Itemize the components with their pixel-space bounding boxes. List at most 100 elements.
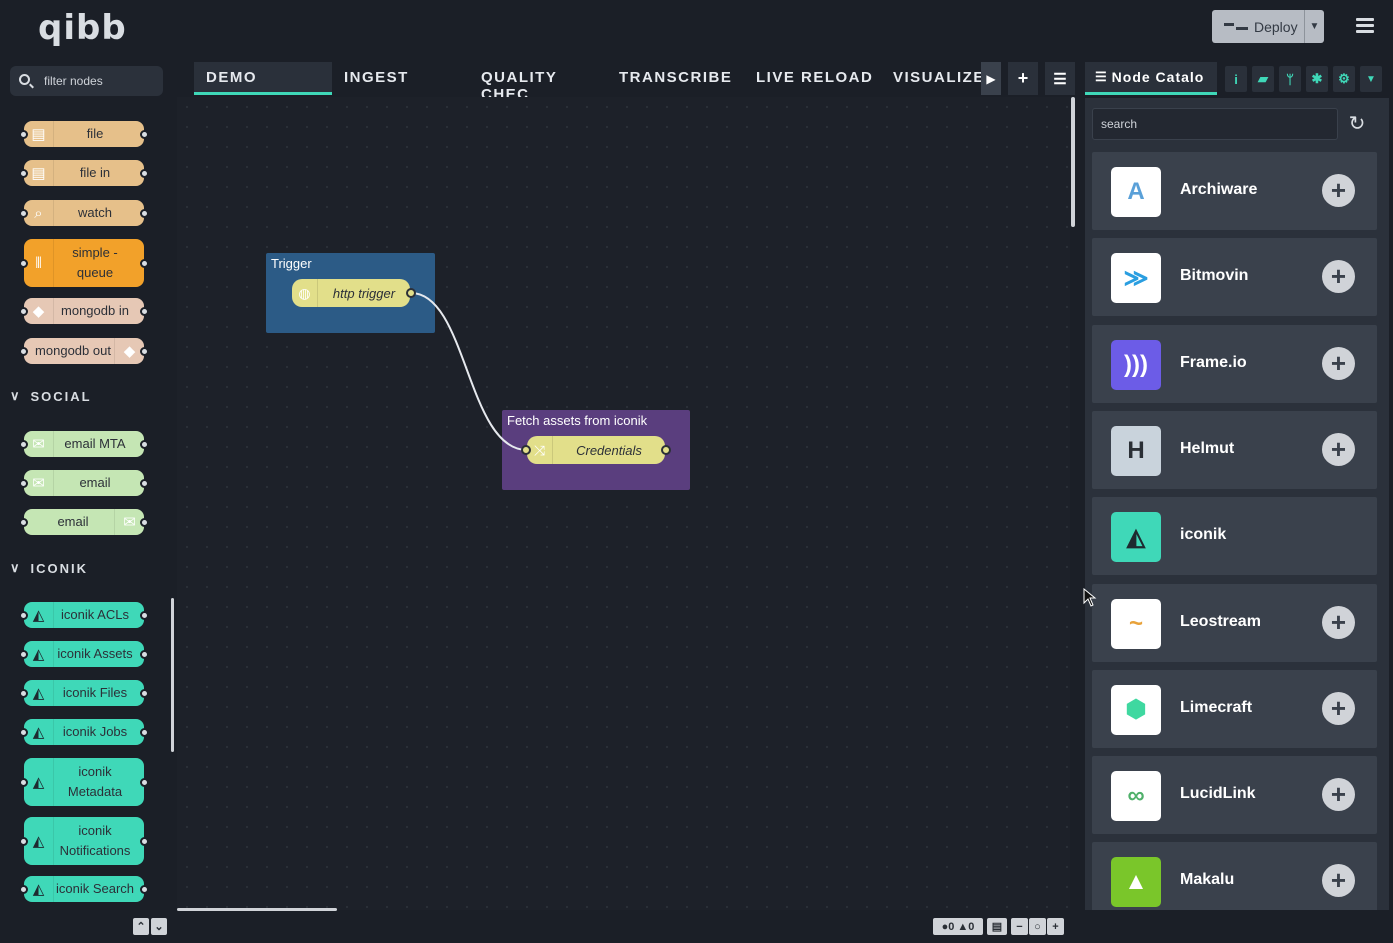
output-port[interactable] [140, 130, 149, 139]
catalog-card-helmut[interactable]: H Helmut + [1092, 410, 1377, 489]
input-port[interactable] [19, 650, 28, 659]
status-counters[interactable]: ● 0 ▲ 0 [933, 918, 983, 935]
output-port[interactable] [140, 518, 149, 527]
add-frame-io-button[interactable]: + [1322, 346, 1355, 380]
catalog-card-leostream[interactable]: ~ Leostream + [1092, 583, 1377, 662]
collapse-up-icon[interactable]: ⌃ [133, 918, 149, 935]
add-limecraft-button[interactable]: + [1322, 691, 1355, 725]
workspace-vertical-scrollbar[interactable] [1071, 97, 1075, 227]
palette-node-email-mta[interactable]: ✉ email MTA [19, 431, 149, 457]
catalog-card-iconik[interactable]: ◭ iconik [1092, 497, 1377, 576]
palette-node-mongodb-out[interactable]: mongodb out ◆ [19, 338, 149, 364]
output-port[interactable] [140, 479, 149, 488]
input-port[interactable] [19, 440, 28, 449]
palette-node-simple-queue[interactable]: ⦀ simple - queue [19, 239, 149, 287]
tab-node-catalog[interactable]: ☰ Node Catalo [1085, 62, 1217, 95]
input-port[interactable] [19, 728, 28, 737]
output-port[interactable] [140, 778, 149, 787]
palette-scrollbar[interactable] [171, 598, 174, 752]
add-flow-button[interactable]: + [1008, 62, 1038, 95]
tab-live-reload[interactable]: LIVE RELOAD [744, 62, 879, 95]
input-port[interactable] [19, 209, 28, 218]
input-port[interactable] [19, 130, 28, 139]
add-bitmovin-button[interactable]: + [1322, 260, 1355, 294]
palette-node-email[interactable]: ✉ email [19, 470, 149, 496]
section-social[interactable]: ∨ SOCIAL [10, 388, 92, 404]
output-port[interactable] [140, 347, 149, 356]
output-port[interactable] [140, 169, 149, 178]
book-icon[interactable]: ▰ [1252, 66, 1274, 92]
output-port[interactable] [406, 288, 416, 298]
filter-nodes-input[interactable] [44, 71, 156, 91]
palette-node-iconik-assets[interactable]: ◭ iconik Assets [19, 641, 149, 667]
node-http-trigger[interactable]: ◍ http trigger [292, 279, 416, 307]
catalog-search-input[interactable] [1093, 109, 1337, 139]
input-port[interactable] [19, 479, 28, 488]
input-port[interactable] [19, 169, 28, 178]
palette-node-file-in[interactable]: ▤ file in [19, 160, 149, 186]
add-archiware-button[interactable]: + [1322, 174, 1355, 207]
tab-demo[interactable]: DEMO [194, 62, 332, 95]
catalog-card-makalu[interactable]: ▲ Makalu + [1092, 842, 1377, 921]
palette-node-email[interactable]: email ✉ [19, 509, 149, 535]
deploy-button[interactable]: Deploy ▼ [1212, 10, 1324, 43]
deploy-dropdown-chevron-icon[interactable]: ▼ [1304, 10, 1324, 43]
flow-list-button[interactable]: ☰ [1045, 62, 1075, 95]
palette-node-watch[interactable]: ⌕ watch [19, 200, 149, 226]
input-port[interactable] [19, 259, 28, 268]
output-port[interactable] [140, 209, 149, 218]
output-port[interactable] [140, 650, 149, 659]
refresh-icon[interactable]: ↻ [1348, 114, 1366, 134]
input-port[interactable] [19, 518, 28, 527]
chevron-down-icon[interactable]: ▼ [1360, 66, 1382, 92]
node-credentials[interactable]: ⤨ Credentials [521, 436, 671, 464]
input-port[interactable] [19, 778, 28, 787]
info-icon[interactable]: i [1225, 66, 1247, 92]
add-leostream-button[interactable]: + [1322, 605, 1355, 639]
hamburger-icon[interactable] [1356, 18, 1374, 34]
collapse-down-icon[interactable]: ⌄ [151, 918, 167, 935]
catalog-card-limecraft[interactable]: ⬢ Limecraft + [1092, 669, 1377, 748]
palette-node-iconik-files[interactable]: ◭ iconik Files [19, 680, 149, 706]
output-port[interactable] [140, 728, 149, 737]
gear-icon[interactable]: ⚙ [1333, 66, 1355, 92]
palette-node-file[interactable]: ▤ file [19, 121, 149, 147]
tab-scroll-right-icon[interactable]: ▶ [981, 62, 1001, 95]
catalog-search[interactable] [1092, 108, 1338, 140]
zoom-reset-icon[interactable]: ○ [1029, 918, 1046, 935]
output-port[interactable] [661, 445, 671, 455]
palette-node-iconik-search[interactable]: ◭ iconik Search [19, 876, 149, 902]
debug-icon[interactable]: ✱ [1306, 66, 1328, 92]
input-port[interactable] [19, 885, 28, 894]
catalog-card-bitmovin[interactable]: ≫ Bitmovin + [1092, 238, 1377, 317]
zoom-out-icon[interactable]: − [1011, 918, 1028, 935]
filter-nodes[interactable] [10, 66, 163, 96]
input-port[interactable] [19, 689, 28, 698]
output-port[interactable] [140, 259, 149, 268]
input-port[interactable] [521, 445, 531, 455]
palette-node-mongodb-in[interactable]: ◆ mongodb in [19, 298, 149, 324]
palette-node-iconik-notifications[interactable]: ◭ iconik Notifications [19, 817, 149, 865]
output-port[interactable] [140, 440, 149, 449]
input-port[interactable] [19, 307, 28, 316]
branch-icon[interactable]: ᛘ [1279, 66, 1301, 92]
add-lucidlink-button[interactable]: + [1322, 778, 1355, 812]
tab-visualize[interactable]: VISUALIZE [881, 62, 981, 95]
output-port[interactable] [140, 885, 149, 894]
input-port[interactable] [19, 347, 28, 356]
flow-workspace[interactable]: Trigger Fetch assets from iconik ◍ http … [177, 97, 1070, 910]
output-port[interactable] [140, 611, 149, 620]
add-makalu-button[interactable]: + [1322, 864, 1355, 898]
output-port[interactable] [140, 307, 149, 316]
output-port[interactable] [140, 689, 149, 698]
add-helmut-button[interactable]: + [1322, 432, 1355, 466]
output-port[interactable] [140, 837, 149, 846]
palette-node-iconik-metadata[interactable]: ◭ iconik Metadata [19, 758, 149, 806]
input-port[interactable] [19, 611, 28, 620]
catalog-card-archiware[interactable]: A Archiware + [1092, 152, 1377, 230]
workspace-horizontal-scrollbar[interactable] [177, 908, 337, 911]
catalog-card-frame-io[interactable]: ))) Frame.io + [1092, 324, 1377, 403]
tab-transcribe[interactable]: TRANSCRIBE [607, 62, 737, 95]
zoom-in-icon[interactable]: + [1047, 918, 1064, 935]
catalog-card-lucidlink[interactable]: ∞ LucidLink + [1092, 756, 1377, 835]
